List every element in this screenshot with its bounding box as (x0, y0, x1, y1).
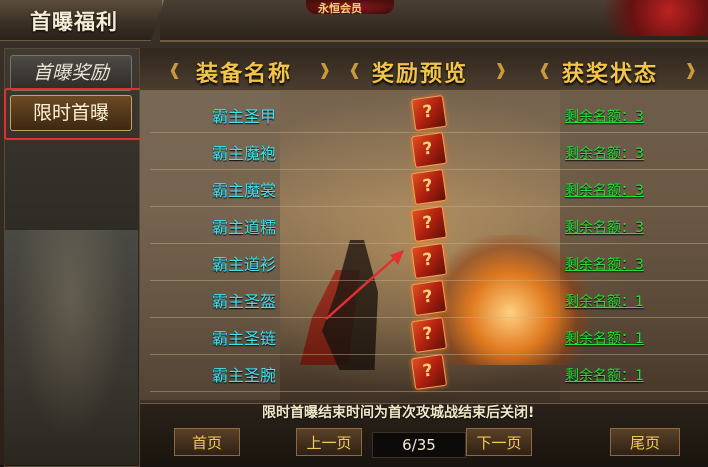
gift-icon[interactable]: ? (410, 168, 448, 206)
column-header-reward-preview: 奖励预览 (372, 62, 469, 87)
sidebar-artwork (4, 230, 138, 465)
window-title: 首曝福利 (30, 10, 118, 34)
status-link[interactable]: 剩余名额：3 (565, 217, 644, 237)
gift-icon[interactable]: ? (410, 131, 448, 169)
footer-notice: 限时首曝结束时间为首次攻城战结束后关闭! (262, 405, 535, 421)
item-name: 霸主圣链 (212, 329, 277, 348)
annotation-arrow-icon (325, 250, 404, 320)
corner-ornament-icon (578, 0, 708, 36)
last-page-button[interactable]: 尾页 (610, 428, 680, 456)
gift-icon[interactable]: ? (410, 279, 448, 317)
item-name: 霸主道衫 (212, 255, 277, 274)
item-name: 霸主魔裳 (212, 181, 277, 200)
status-link[interactable]: 剩余名额：1 (565, 365, 644, 385)
gift-icon[interactable]: ? (410, 316, 448, 354)
header-ornament-icon: ❱ (684, 60, 698, 79)
header-ornament-icon: ❰ (348, 60, 362, 79)
gift-icon[interactable]: ? (410, 94, 448, 132)
sidebar-item-first-drop-reward[interactable]: 首曝奖励 (10, 55, 132, 91)
item-name: 霸主道糯 (212, 218, 277, 237)
item-name: 霸主圣盔 (212, 292, 277, 311)
next-page-button[interactable]: 下一页 (466, 428, 532, 456)
status-link[interactable]: 剩余名额：3 (565, 106, 644, 126)
item-name: 霸主圣甲 (212, 107, 277, 126)
status-link[interactable]: 剩余名额：3 (565, 254, 644, 274)
page-indicator: 6/35 (372, 432, 466, 458)
column-header-award-status: 获奖状态 (562, 62, 659, 87)
item-name: 霸主魔袍 (212, 144, 277, 163)
member-badge-label: 永恒会员 (318, 2, 362, 15)
highlight-box (4, 88, 146, 140)
column-header-item-name: 装备名称 (196, 62, 293, 87)
gift-icon[interactable]: ? (410, 353, 448, 391)
header-ornament-icon: ❰ (168, 60, 182, 79)
gift-icon[interactable]: ? (410, 205, 448, 243)
status-link[interactable]: 剩余名额：1 (565, 291, 644, 311)
header-ornament-icon: ❱ (318, 60, 332, 79)
prev-page-button[interactable]: 上一页 (296, 428, 362, 456)
status-link[interactable]: 剩余名额：1 (565, 328, 644, 348)
first-page-button[interactable]: 首页 (174, 428, 240, 456)
header-ornament-icon: ❰ (538, 60, 552, 79)
item-name: 霸主圣腕 (212, 366, 277, 385)
status-link[interactable]: 剩余名额：3 (565, 180, 644, 200)
header-ornament-icon: ❱ (494, 60, 508, 79)
status-link[interactable]: 剩余名额：3 (565, 143, 644, 163)
gift-icon[interactable]: ? (410, 242, 448, 280)
